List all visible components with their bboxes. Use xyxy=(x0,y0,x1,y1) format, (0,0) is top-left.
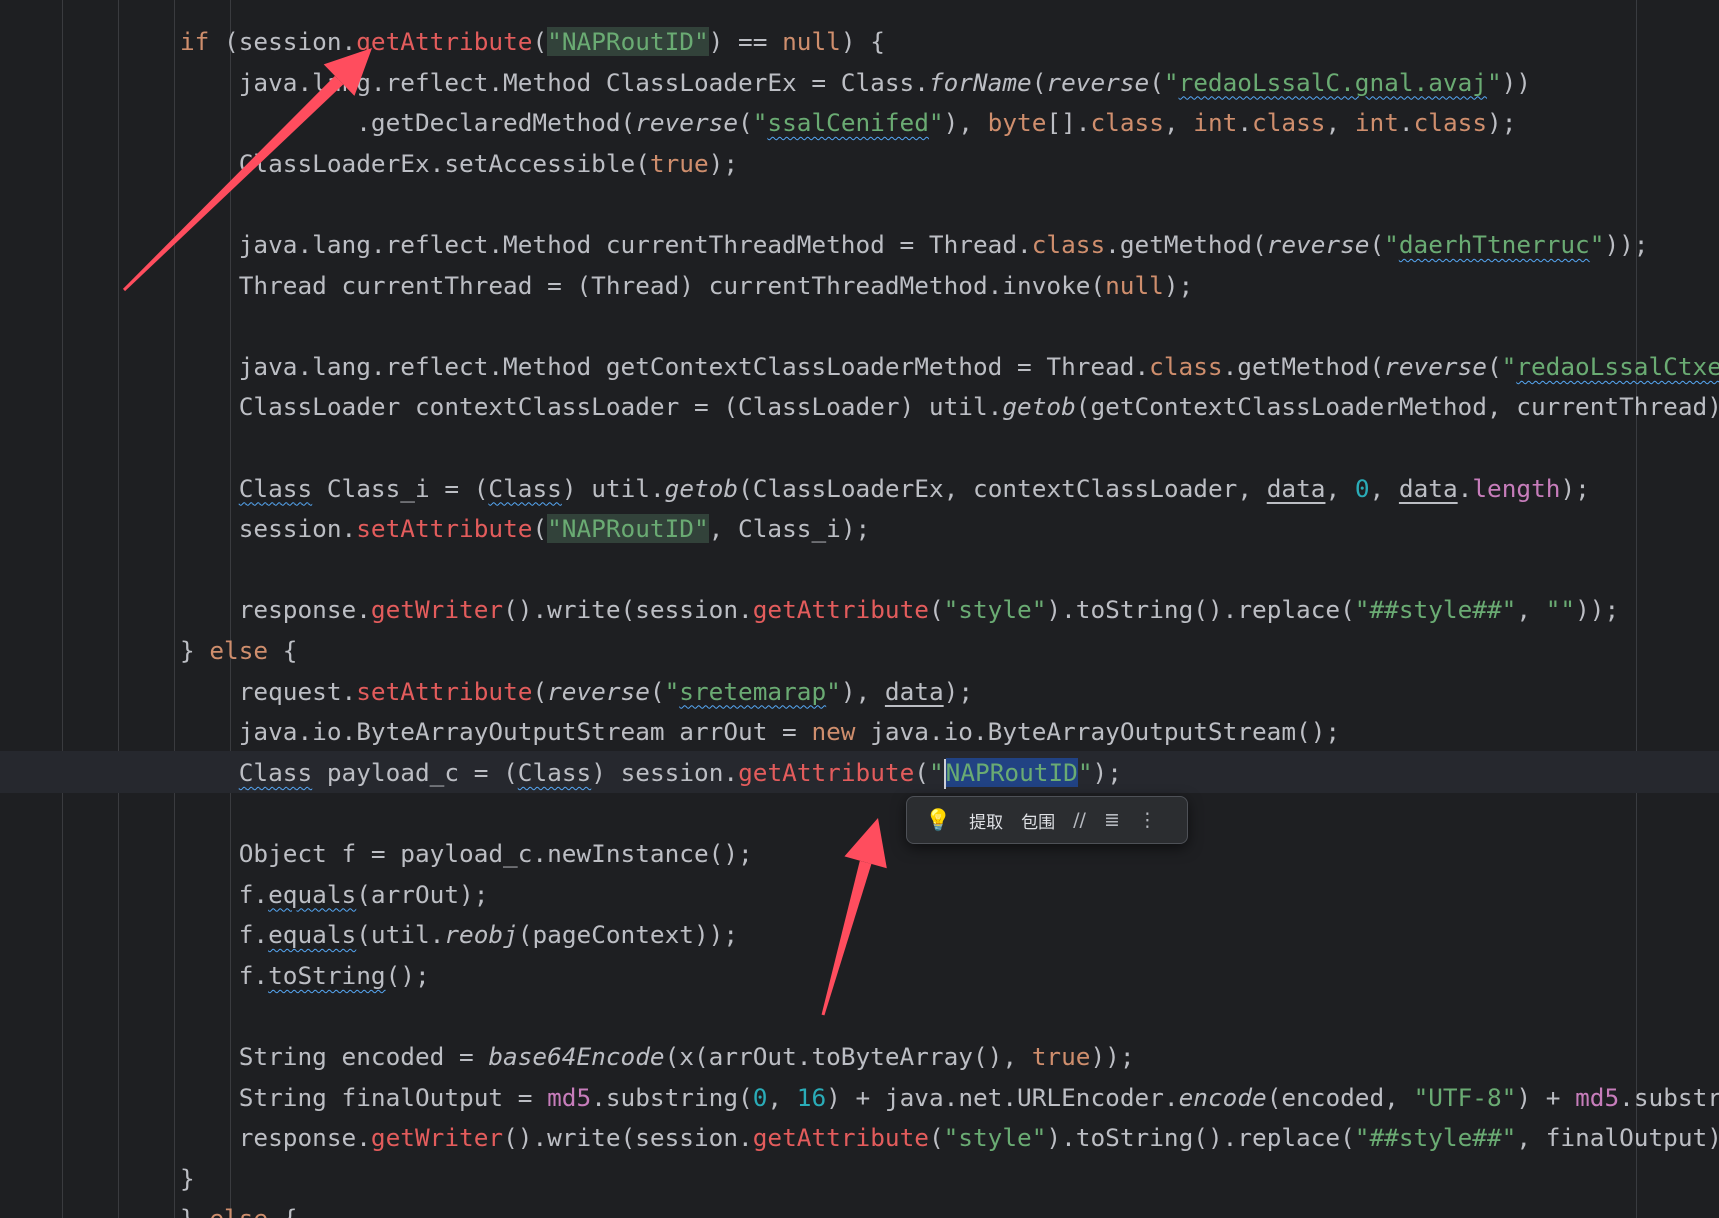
extract-button[interactable]: 提取 xyxy=(969,808,1003,833)
lightbulb-icon[interactable]: 💡 xyxy=(925,808,951,833)
reformat-icon[interactable]: ≣ xyxy=(1104,809,1120,831)
context-action-popup[interactable]: 💡 提取 包围 // ≣ ⋮ xyxy=(906,796,1188,844)
code-editor[interactable]: if (session.getAttribute("NAPRoutID") ==… xyxy=(0,0,1719,1218)
annotation-arrows xyxy=(122,48,887,1016)
arrow-shaft xyxy=(821,860,872,1016)
arrow-head xyxy=(844,818,887,869)
more-icon[interactable]: ⋮ xyxy=(1138,809,1157,831)
comment-icon[interactable]: // xyxy=(1073,809,1086,831)
surround-button[interactable]: 包围 xyxy=(1021,808,1055,833)
arrow-shaft xyxy=(122,75,344,292)
